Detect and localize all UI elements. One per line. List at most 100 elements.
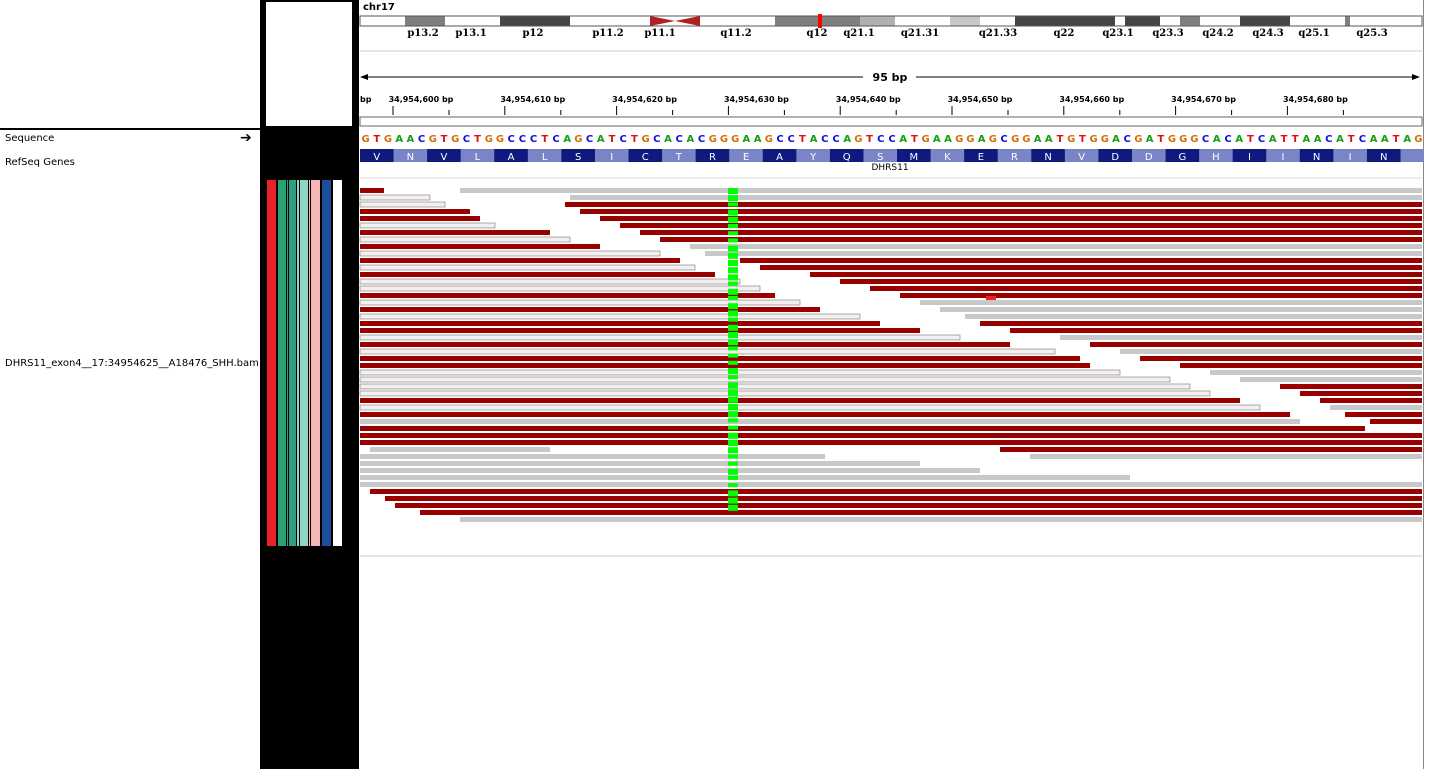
sequence-base: G bbox=[1179, 134, 1187, 145]
read bbox=[1280, 384, 1422, 389]
track-name-refseq[interactable]: RefSeq Genes bbox=[5, 157, 75, 168]
sequence-base: G bbox=[921, 134, 929, 145]
sequence-base: T bbox=[1157, 134, 1164, 145]
amino-acid-label: D bbox=[1111, 152, 1119, 163]
ideogram-band bbox=[570, 16, 650, 26]
sequence-base: T bbox=[1247, 134, 1254, 145]
sequence-base: A bbox=[395, 134, 403, 145]
read bbox=[385, 496, 1422, 501]
amino-acid-label: A bbox=[508, 152, 515, 163]
alignment-track[interactable] bbox=[360, 188, 1422, 556]
mismatch-base bbox=[728, 267, 738, 273]
sequence-base: G bbox=[1190, 134, 1198, 145]
tick-label: 34,954,630 bp bbox=[724, 95, 789, 104]
read bbox=[360, 307, 820, 312]
track-name-sequence[interactable]: Sequence bbox=[5, 133, 54, 144]
read bbox=[360, 209, 470, 214]
read bbox=[360, 230, 550, 235]
read bbox=[740, 258, 1422, 263]
sequence-base: G bbox=[765, 134, 773, 145]
amino-acid-label: I bbox=[610, 152, 613, 163]
sequence-base: T bbox=[1393, 134, 1400, 145]
read bbox=[360, 321, 880, 326]
tick-label: 34,954,640 bp bbox=[836, 95, 901, 104]
band-label: q12 bbox=[807, 28, 828, 39]
read bbox=[360, 412, 1290, 417]
read bbox=[360, 279, 740, 284]
sequence-base: T bbox=[1292, 134, 1299, 145]
read bbox=[360, 475, 1130, 480]
ideogram-band bbox=[445, 16, 500, 26]
sequence-base: G bbox=[1168, 134, 1176, 145]
attribute-grid[interactable] bbox=[260, 130, 358, 769]
read bbox=[690, 244, 1422, 249]
sequence-base: C bbox=[508, 134, 515, 145]
band-label: q24.3 bbox=[1252, 28, 1283, 39]
read bbox=[900, 293, 1422, 298]
amino-acid-cell bbox=[1401, 149, 1424, 162]
band-label: q23.3 bbox=[1152, 28, 1183, 39]
tick-label: 34,954,670 bp bbox=[1171, 95, 1236, 104]
amino-acid-label: I bbox=[1282, 152, 1285, 163]
track-name-bam[interactable]: DHRS11_exon4__17:34954625__A18476_SHH.ba… bbox=[5, 358, 259, 369]
refseq-gene-track[interactable]: V N V L A L S I C T R E A Y Q S M K E R N V D D G H I I N I N DHRS11 bbox=[360, 149, 1424, 178]
read bbox=[360, 286, 760, 291]
sequence-base: A bbox=[1336, 134, 1344, 145]
amino-acid-label: N bbox=[1044, 152, 1051, 163]
sequence-base: G bbox=[429, 134, 437, 145]
sequence-base: C bbox=[1359, 134, 1366, 145]
read bbox=[360, 426, 1365, 431]
mismatch-base bbox=[728, 411, 738, 417]
amino-acid-label: V bbox=[373, 152, 380, 163]
genome-view[interactable]: p13.2 p13.1 p12 p11.2 p11.1 q11.2 q12 q21.1 q21.… bbox=[358, 0, 1424, 769]
read bbox=[360, 454, 825, 459]
tick-label: 34,954,680 bp bbox=[1283, 95, 1348, 104]
mismatch-base bbox=[728, 253, 738, 259]
sequence-base: A bbox=[1034, 134, 1042, 145]
band-label: q21.1 bbox=[843, 28, 874, 39]
read bbox=[600, 216, 1422, 221]
mismatch-base bbox=[986, 296, 996, 300]
mismatch-base bbox=[728, 505, 738, 511]
sequence-base: T bbox=[1057, 134, 1064, 145]
mismatch-base bbox=[728, 483, 738, 487]
sequence-base: G bbox=[451, 134, 459, 145]
read bbox=[1030, 454, 1422, 459]
sequence-base: A bbox=[743, 134, 751, 145]
attribute-cell bbox=[266, 180, 276, 546]
sequence-base: T bbox=[441, 134, 448, 145]
attribute-divider bbox=[310, 130, 311, 769]
band-label: q21.33 bbox=[979, 28, 1017, 39]
strand-arrow-icon[interactable]: ➔ bbox=[240, 131, 252, 145]
mismatch-base bbox=[728, 382, 738, 388]
read bbox=[360, 384, 1190, 389]
sequence-base: A bbox=[1146, 134, 1154, 145]
read bbox=[565, 202, 1422, 207]
band-label: q25.3 bbox=[1356, 28, 1387, 39]
sequence-base: A bbox=[1314, 134, 1322, 145]
ideogram-band bbox=[1240, 16, 1290, 26]
band-label: q21.31 bbox=[901, 28, 939, 39]
sequence-base: C bbox=[1258, 134, 1265, 145]
sequence-base: A bbox=[1112, 134, 1120, 145]
read bbox=[360, 482, 1422, 487]
read bbox=[870, 286, 1422, 291]
sequence-base: G bbox=[720, 134, 728, 145]
mismatch-base bbox=[728, 238, 738, 242]
attribute-cell bbox=[297, 180, 308, 546]
ideogram-band bbox=[405, 16, 445, 26]
attribute-divider bbox=[299, 130, 300, 769]
read bbox=[980, 321, 1422, 326]
read bbox=[460, 517, 1422, 522]
attribute-cell bbox=[277, 180, 286, 546]
sequence-base: G bbox=[1134, 134, 1142, 145]
sequence-base: G bbox=[989, 134, 997, 145]
amino-acid-label: S bbox=[575, 152, 581, 163]
sequence-track[interactable]: GTGAACGTGCTGGCCCTCAGCATCTGCACACGGGAAGCCT… bbox=[361, 134, 1422, 145]
amino-acid-label: R bbox=[709, 152, 716, 163]
band-label: p13.1 bbox=[455, 28, 486, 39]
sequence-base: G bbox=[1414, 134, 1422, 145]
amino-acid-label: I bbox=[1248, 152, 1251, 163]
sequence-base: G bbox=[731, 134, 739, 145]
ruler[interactable]: 95 bp bp 34,954,600 bp 34,954,610 bp 34,954,… bbox=[360, 71, 1422, 126]
